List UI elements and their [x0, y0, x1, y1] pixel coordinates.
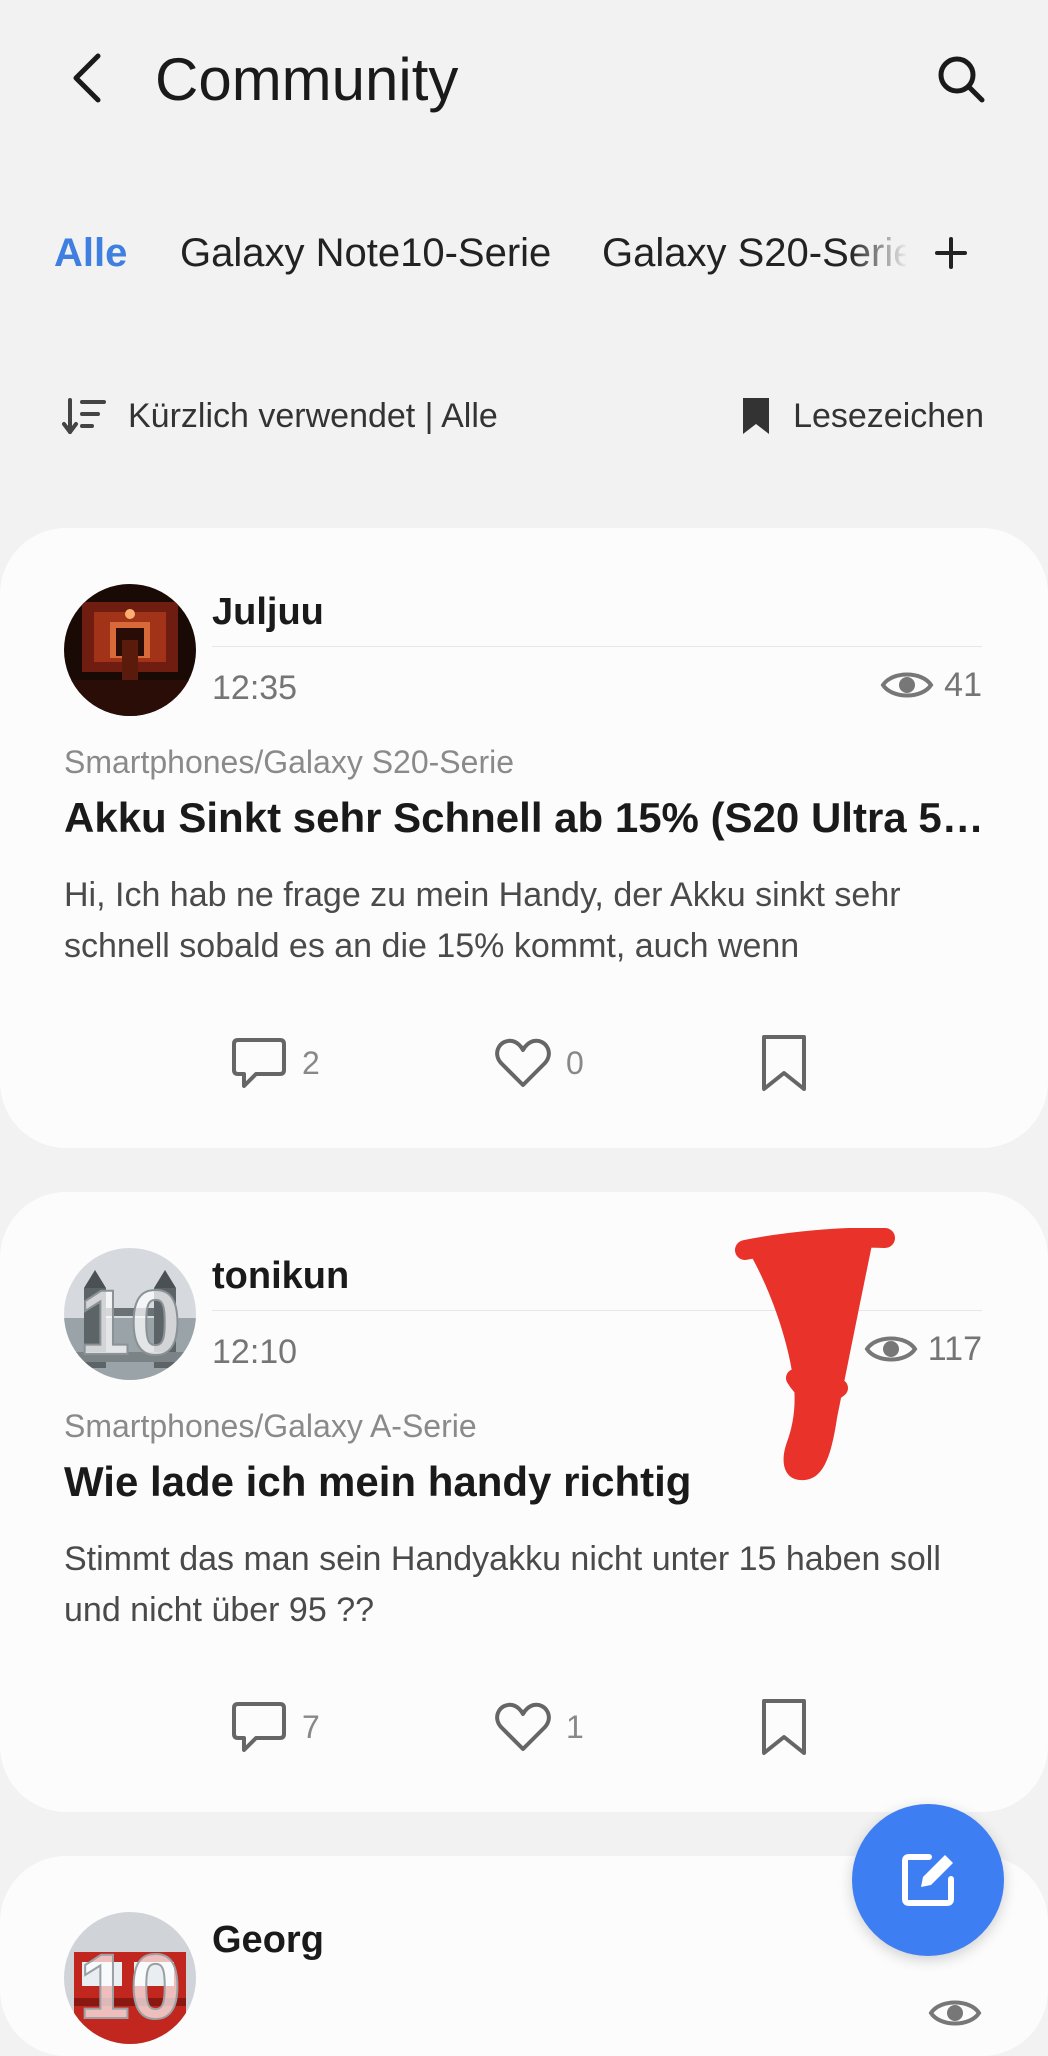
back-button[interactable] [62, 48, 112, 108]
chevron-left-icon [73, 53, 101, 103]
view-count-value: 41 [944, 665, 982, 704]
heart-icon [495, 1038, 551, 1087]
author-name[interactable]: Georg [212, 1916, 324, 1964]
eye-icon [880, 672, 934, 698]
search-button[interactable] [928, 46, 994, 112]
avatar[interactable]: 10 [64, 1248, 196, 1380]
bookmark-outline-icon [762, 1699, 806, 1755]
heart-icon [495, 1702, 551, 1751]
plus-icon [935, 237, 967, 269]
bookmarks-button[interactable]: Lesezeichen [741, 388, 984, 444]
eye-icon [928, 2000, 982, 2026]
post-category: Smartphones/Galaxy A-Serie [64, 1408, 477, 1444]
comment-button[interactable]: 7 [230, 1692, 320, 1762]
post-title[interactable]: Akku Sinkt sehr Schnell ab 15% (S20 Ultr… [64, 790, 984, 846]
comment-count: 7 [302, 1708, 320, 1745]
tab-galaxy-note10-serie[interactable]: Galaxy Note10-Serie [180, 220, 551, 286]
add-tab-button[interactable] [928, 220, 974, 286]
view-count: 41 [880, 660, 982, 710]
comment-icon [232, 1702, 286, 1752]
search-icon [938, 56, 985, 103]
sort-label: Kürzlich verwendet | Alle [128, 396, 498, 435]
bookmark-outline-icon [762, 1035, 806, 1091]
compose-button[interactable] [852, 1804, 1004, 1956]
tab-alle[interactable]: Alle [54, 220, 127, 286]
bookmark-button[interactable] [760, 1028, 808, 1098]
post-actions: 2 0 [0, 1028, 1048, 1098]
like-button[interactable]: 1 [494, 1692, 584, 1762]
post-category: Smartphones/Galaxy S20-Serie [64, 744, 514, 780]
avatar[interactable]: 10 [64, 1912, 196, 2044]
svg-text:10: 10 [79, 1936, 181, 2038]
category-tabs: Alle Galaxy Note10-Serie Galaxy S20-Seri… [0, 220, 1048, 286]
bookmark-icon [743, 398, 770, 434]
post-time: 12:10 [212, 1333, 298, 1371]
tab-fade [850, 220, 908, 286]
post-excerpt[interactable]: Stimmt das man sein Handyakku nicht unte… [64, 1534, 984, 1636]
comment-button[interactable]: 2 [230, 1028, 320, 1098]
divider [212, 646, 982, 647]
bookmark-button[interactable] [760, 1692, 808, 1762]
svg-text:10: 10 [79, 1272, 181, 1374]
author-name[interactable]: tonikun [212, 1252, 349, 1300]
like-button[interactable]: 0 [494, 1028, 584, 1098]
author-name[interactable]: Juljuu [212, 588, 324, 636]
app-header: Community [0, 0, 1048, 165]
post-time: 12:35 [212, 669, 298, 707]
comment-icon [232, 1038, 286, 1088]
post-actions: 7 1 [0, 1692, 1048, 1762]
sort-button[interactable]: Kürzlich verwendet | Alle [62, 388, 498, 444]
filter-bar: Kürzlich verwendet | Alle Lesezeichen [0, 388, 1048, 444]
sort-icon [62, 398, 106, 434]
view-count-value: 117 [927, 1329, 982, 1368]
post-card[interactable]: Juljuu 12:35 41 Smartphones/Galaxy S20-S… [0, 528, 1048, 1148]
comment-count: 2 [302, 1044, 320, 1081]
compose-icon [902, 1854, 954, 1906]
view-count [928, 1988, 982, 2038]
bookmarks-label: Lesezeichen [793, 396, 984, 435]
post-excerpt[interactable]: Hi, Ich hab ne frage zu mein Handy, der … [64, 870, 984, 972]
red-annotation-mark [735, 1228, 895, 1481]
like-count: 0 [566, 1044, 584, 1081]
avatar[interactable] [64, 584, 196, 716]
page-title: Community [155, 46, 459, 113]
like-count: 1 [566, 1708, 584, 1745]
